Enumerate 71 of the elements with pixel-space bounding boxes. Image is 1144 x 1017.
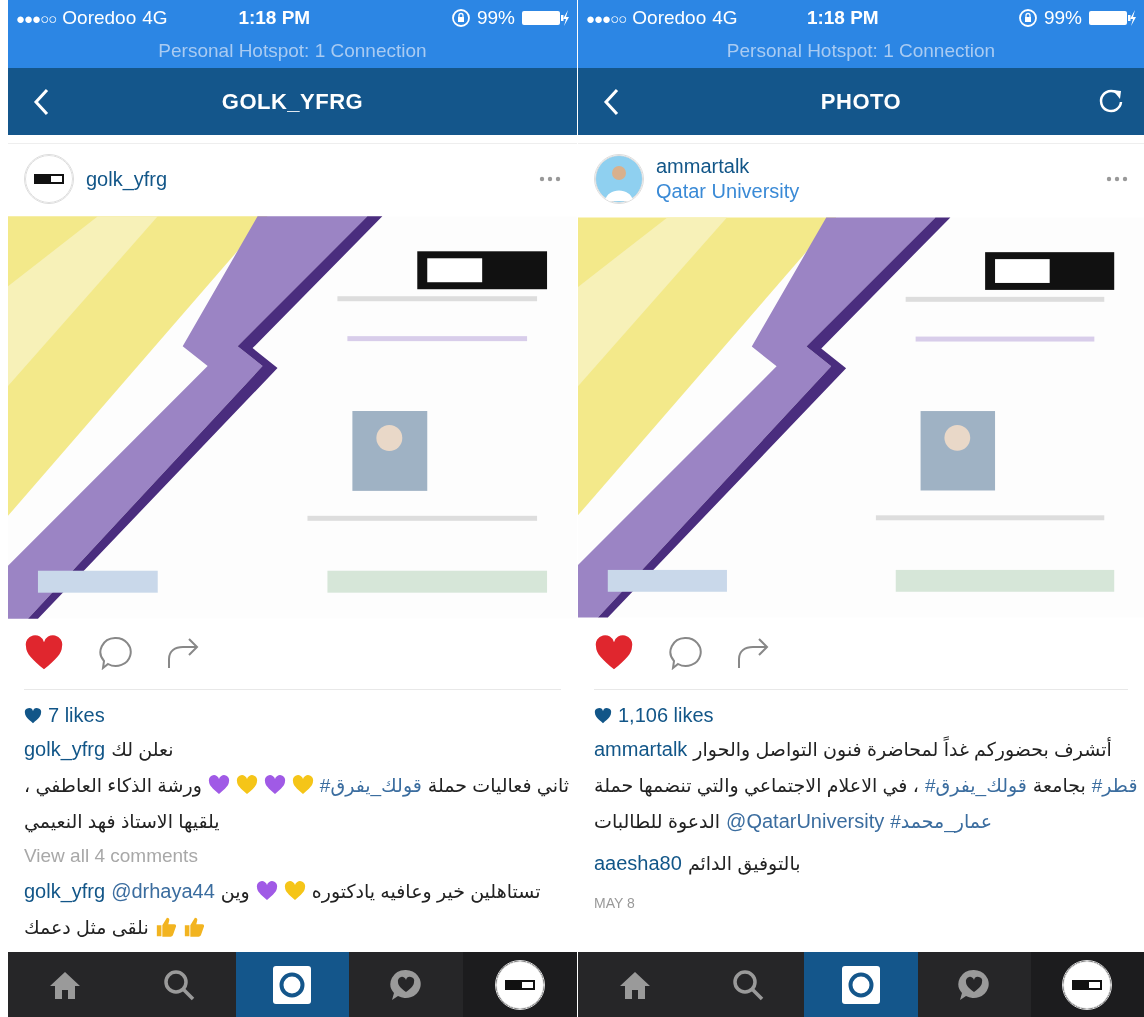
like-heart-icon[interactable] bbox=[24, 635, 64, 671]
signal-dots: ●●●○○ bbox=[586, 9, 627, 27]
username-link[interactable]: golk_yfrg bbox=[24, 737, 106, 761]
location-link[interactable]: Qatar University bbox=[656, 180, 1094, 203]
likes-count[interactable]: 7 likes bbox=[48, 704, 105, 727]
camera-icon bbox=[842, 965, 880, 1004]
caption-text: نلقى مثل دعمك bbox=[24, 915, 149, 939]
heart-bubble-icon bbox=[389, 968, 424, 1001]
profile-tab[interactable] bbox=[463, 952, 577, 1017]
status-time: 1:18 PM bbox=[237, 7, 312, 29]
likes-count[interactable]: 1,106 likes bbox=[618, 704, 714, 727]
caption-text: يلقيها الاستاذ فهد النعيمي bbox=[24, 809, 220, 833]
username-link[interactable]: ammartalk bbox=[656, 155, 1094, 178]
network-type: 4G bbox=[142, 7, 168, 29]
battery-percent: 99% bbox=[476, 7, 515, 29]
hashtag-link[interactable]: #قولك_يفرق bbox=[924, 773, 1027, 797]
username-link[interactable]: golk_yfrg bbox=[24, 879, 106, 903]
carrier-name: Ooredoo bbox=[62, 7, 137, 29]
carrier-name: Ooredoo bbox=[632, 7, 707, 29]
username-link[interactable]: golk_yfrg bbox=[86, 167, 527, 191]
comment-icon[interactable] bbox=[668, 636, 702, 670]
more-options-icon[interactable] bbox=[1106, 176, 1128, 182]
nav-title: PHOTO bbox=[820, 88, 902, 115]
camera-tab[interactable] bbox=[235, 952, 350, 1017]
rotation-lock-icon bbox=[1017, 8, 1038, 28]
back-icon[interactable] bbox=[33, 87, 49, 116]
heart-bubble-icon bbox=[957, 968, 992, 1001]
comment-icon[interactable] bbox=[98, 636, 132, 670]
caption-text: أتشرف بحضوركم غداً لمحاضرة فنون التواصل والحوار bbox=[693, 737, 1112, 761]
search-icon bbox=[162, 968, 195, 1001]
hashtag-link[interactable]: #قولك_يفرق bbox=[319, 773, 422, 797]
like-heart-icon[interactable] bbox=[594, 635, 634, 671]
thumbs-up-icon bbox=[182, 916, 205, 938]
signal-dots: ●●●○○ bbox=[16, 9, 57, 27]
username-link[interactable]: ammartalk bbox=[594, 737, 688, 761]
caption-text: الدعوة للطالبات bbox=[594, 809, 721, 833]
camera-icon bbox=[273, 965, 312, 1004]
username-link[interactable]: aaesha80 bbox=[594, 851, 682, 875]
profile-avatar bbox=[495, 959, 546, 1010]
heart-icon bbox=[24, 707, 42, 724]
mention-link[interactable]: @QatarUniversity bbox=[726, 809, 885, 833]
battery-icon bbox=[521, 9, 569, 27]
search-icon bbox=[731, 968, 764, 1001]
camera-tab[interactable] bbox=[804, 952, 918, 1017]
battery-icon bbox=[1088, 9, 1136, 27]
status-time: 1:18 PM bbox=[805, 7, 880, 29]
caption-text: ثاني فعاليات حملة bbox=[427, 773, 569, 797]
caption-text: نعلن لك bbox=[111, 737, 174, 761]
rotation-lock-icon bbox=[450, 8, 471, 28]
back-icon[interactable] bbox=[603, 87, 619, 116]
caption-text: ورشة الذكاء العاطفي ، bbox=[24, 773, 202, 797]
profile-tab[interactable] bbox=[1030, 952, 1144, 1017]
heart-icon bbox=[594, 707, 612, 724]
caption-text: تستاهلين خير وعافيه يادكتوره bbox=[311, 879, 541, 903]
caption-text: بالتوفيق الدائم bbox=[687, 851, 801, 875]
post-date: MAY 8 bbox=[593, 894, 636, 913]
more-options-icon[interactable] bbox=[539, 176, 561, 182]
user-avatar[interactable] bbox=[24, 154, 74, 204]
share-icon[interactable] bbox=[736, 637, 770, 669]
caption-text: بجامعة bbox=[1032, 773, 1086, 797]
thumbs-up-icon bbox=[154, 916, 177, 938]
profile-avatar bbox=[1062, 959, 1113, 1010]
mention-link[interactable]: @drhaya44 bbox=[111, 879, 215, 903]
network-type: 4G bbox=[712, 7, 738, 29]
battery-percent: 99% bbox=[1043, 7, 1082, 29]
hashtag-link[interactable]: #عمار_محمد bbox=[890, 809, 993, 833]
hashtag-link[interactable]: #قطر bbox=[1091, 773, 1138, 797]
nav-title: GOLK_YFRG bbox=[221, 88, 364, 115]
share-icon[interactable] bbox=[166, 637, 200, 669]
caption-text: ، في الاعلام الاجتماعي والتي تنضمها حملة bbox=[594, 773, 919, 797]
caption-text: وين bbox=[220, 879, 250, 903]
